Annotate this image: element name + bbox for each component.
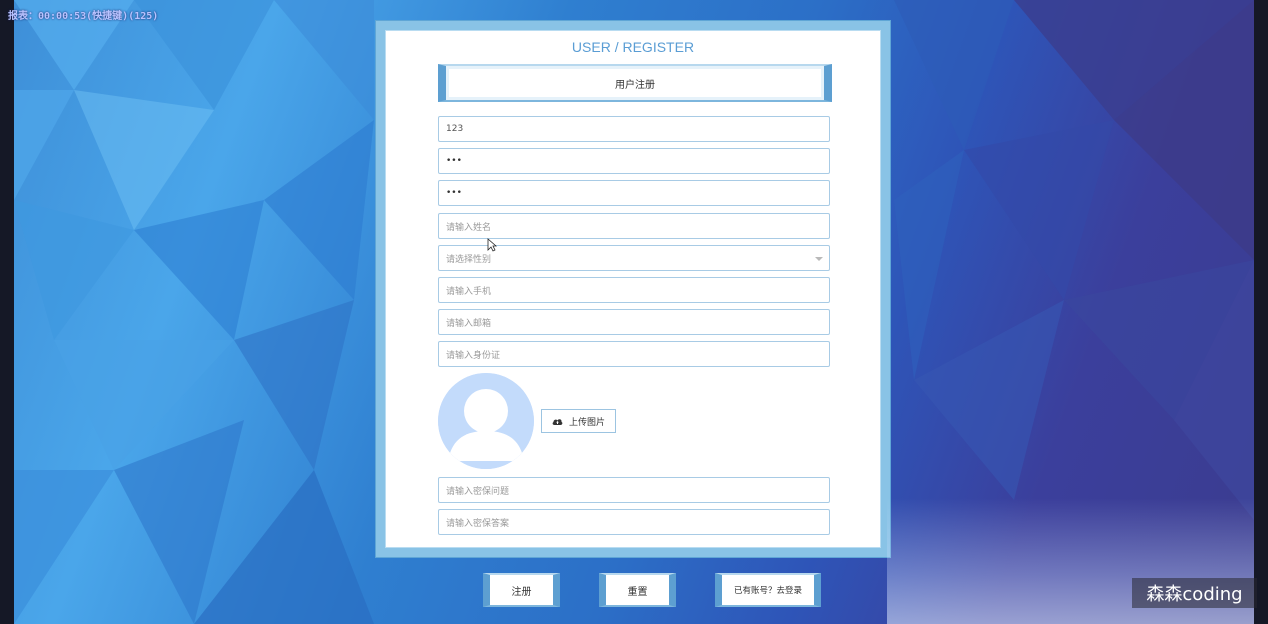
watermark: 森森coding bbox=[1132, 578, 1257, 608]
reset-label: 重置 bbox=[627, 586, 648, 598]
gender-placeholder: 请选择性别 bbox=[446, 254, 492, 265]
password-value: ••• bbox=[446, 156, 462, 166]
user-avatar-icon bbox=[438, 373, 534, 469]
confirm-password-field[interactable]: ••• bbox=[438, 180, 830, 206]
security-answer-field[interactable]: 请输入密保答案 bbox=[438, 509, 830, 535]
register-label: 注册 bbox=[511, 586, 532, 598]
screen-left-border bbox=[0, 0, 14, 624]
security-question-field[interactable]: 请输入密保问题 bbox=[438, 477, 830, 503]
phone-field[interactable]: 请输入手机 bbox=[438, 277, 830, 303]
register-panel: USER / REGISTER 用户注册 123 ••• ••• 请输入姓名 请… bbox=[375, 20, 891, 558]
confirm-password-value: ••• bbox=[446, 188, 462, 198]
username-field[interactable]: 123 bbox=[438, 116, 830, 142]
security-answer-placeholder: 请输入密保答案 bbox=[446, 518, 510, 529]
phone-placeholder: 请输入手机 bbox=[446, 286, 492, 297]
register-button[interactable]: 注册 bbox=[483, 573, 560, 607]
email-placeholder: 请输入邮箱 bbox=[446, 318, 492, 329]
password-field[interactable]: ••• bbox=[438, 148, 830, 174]
reset-button[interactable]: 重置 bbox=[599, 573, 676, 607]
upload-label: 上传图片 bbox=[568, 417, 605, 428]
username-value: 123 bbox=[446, 124, 464, 134]
form-subtitle: 用户注册 bbox=[449, 69, 821, 97]
email-field[interactable]: 请输入邮箱 bbox=[438, 309, 830, 335]
form-subtitle-banner: 用户注册 bbox=[438, 64, 832, 102]
security-question-placeholder: 请输入密保问题 bbox=[446, 486, 510, 497]
chevron-down-icon bbox=[815, 257, 823, 261]
name-field[interactable]: 请输入姓名 bbox=[438, 213, 830, 239]
name-placeholder: 请输入姓名 bbox=[446, 222, 492, 233]
mouse-cursor-icon bbox=[487, 237, 498, 256]
go-to-login-button[interactable]: 已有账号？去登录 bbox=[715, 573, 821, 607]
cloud-upload-icon bbox=[552, 418, 563, 425]
recording-timer: 报表：00:00:53(快捷键)(125) bbox=[8, 11, 159, 22]
id-card-placeholder: 请输入身份证 bbox=[446, 350, 501, 361]
screen-right-border bbox=[1254, 0, 1268, 624]
login-link-label: 已有账号？去登录 bbox=[733, 586, 802, 596]
id-card-field[interactable]: 请输入身份证 bbox=[438, 341, 830, 367]
upload-image-button[interactable]: 上传图片 bbox=[541, 409, 616, 433]
form-title: USER / REGISTER bbox=[571, 39, 695, 55]
